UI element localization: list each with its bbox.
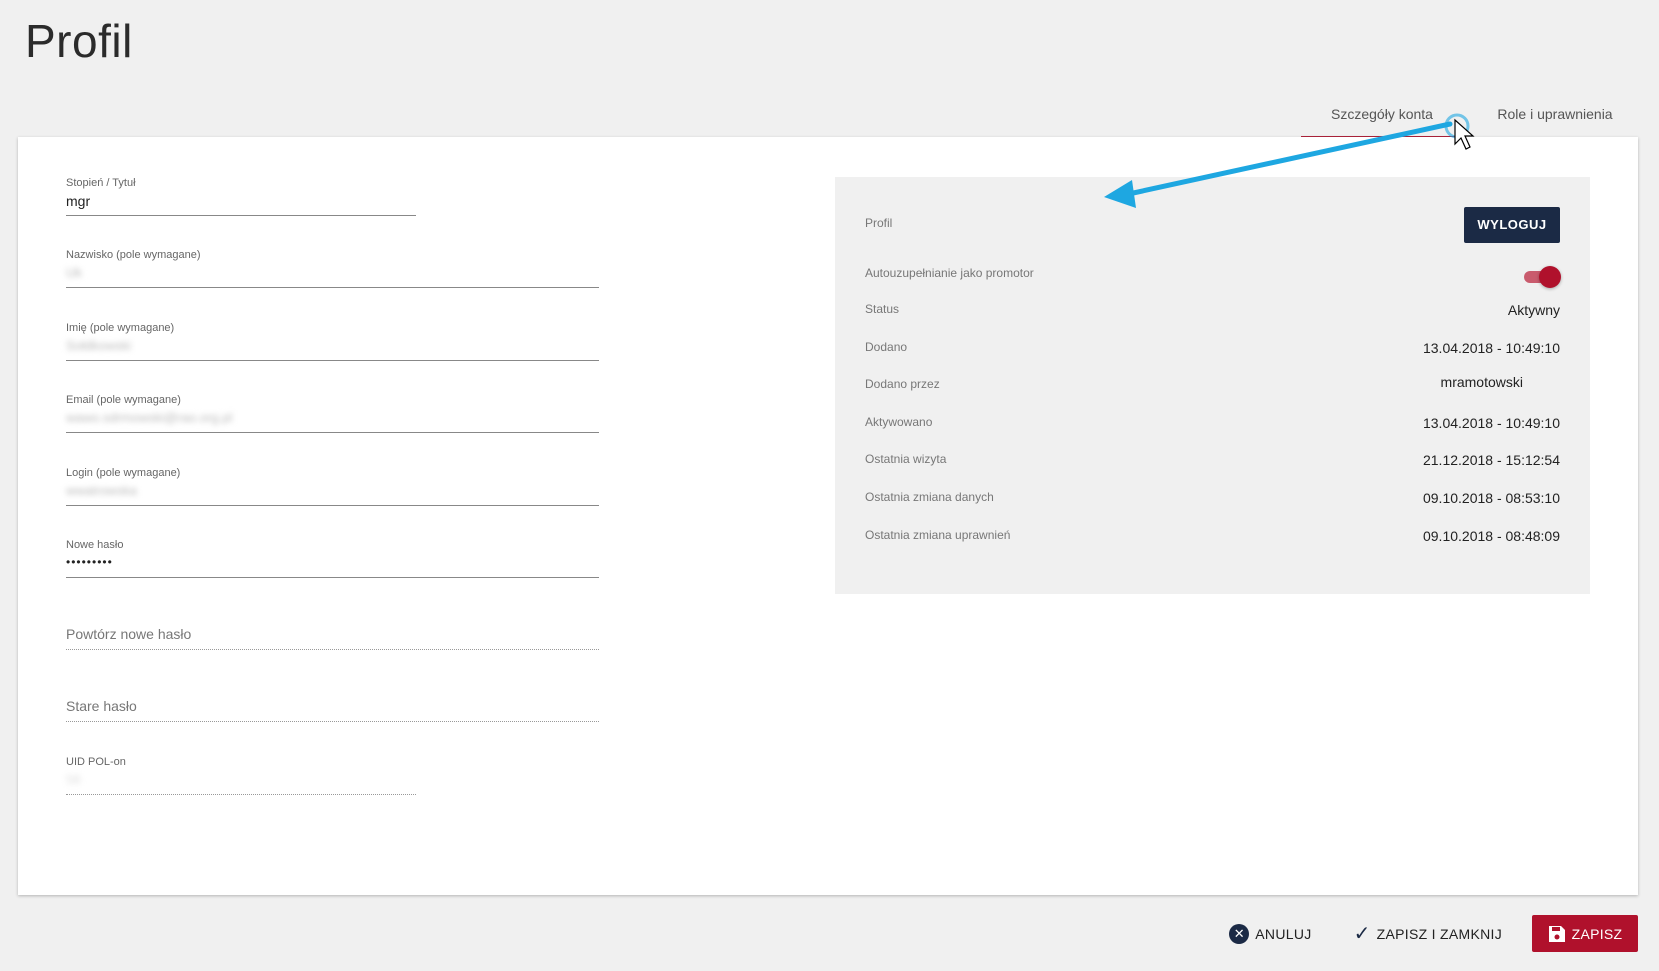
- account-info-panel: Profil WYLOGUJ Autouzupełnianie jako pro…: [835, 177, 1590, 594]
- last-visit-label: Ostatnia wizyta: [865, 452, 947, 466]
- activated-value: 13.04.2018 - 10:49:10: [1422, 415, 1560, 431]
- last-data-change-value: 09.10.2018 - 08:53:10: [1422, 490, 1560, 506]
- last-permission-change-label: Ostatnia zmiana uprawnień: [865, 528, 1011, 542]
- autocomplete-toggle[interactable]: [1524, 265, 1561, 288]
- repeat-password-input[interactable]: Powtórz nowe hasło: [66, 626, 599, 643]
- uid-value: 58: [66, 772, 81, 787]
- page-title: Profil: [25, 15, 133, 67]
- new-password-underline: [66, 577, 599, 578]
- firstname-label: Imię (pole wymagane): [66, 322, 175, 334]
- email-label: Email (pole wymagane): [66, 394, 181, 406]
- logout-button[interactable]: WYLOGUJ: [1464, 207, 1560, 243]
- profile-card: Stopień / Tytuł mgr Nazwisko (pole wymag…: [18, 137, 1638, 895]
- added-value: 13.04.2018 - 10:49:10: [1422, 340, 1560, 356]
- new-password-label: Nowe hasło: [66, 539, 124, 551]
- email-field[interactable]: Email (pole wymagane) wawo.sdrmowski@rao…: [66, 394, 599, 433]
- profile-row: Profil: [865, 216, 1560, 236]
- last-data-change-row: Ostatnia zmiana danych 09.10.2018 - 08:5…: [865, 490, 1560, 510]
- activated-label: Aktywowano: [865, 415, 933, 429]
- degree-field[interactable]: Stopień / Tytuł mgr: [66, 177, 416, 216]
- firstname-field[interactable]: Imię (pole wymagane) Sołdkowski: [66, 322, 599, 361]
- new-password-field[interactable]: Nowe hasło •••••••••: [66, 539, 599, 578]
- save-and-close-label: ZAPISZ I ZAMKNIJ: [1376, 925, 1502, 942]
- lastname-input[interactable]: Uk: [66, 265, 599, 282]
- added-by-value: mramotowski: [1440, 374, 1523, 390]
- last-data-change-label: Ostatnia zmiana danych: [865, 490, 994, 504]
- login-label: Login (pole wymagane): [66, 467, 181, 479]
- cancel-label: ANULUJ: [1255, 925, 1312, 942]
- autocomplete-label: Autouzupełnianie jako promotor: [865, 266, 1034, 280]
- profile-label: Profil: [865, 216, 893, 230]
- uid-field: UID POL-on 58: [66, 756, 416, 795]
- lastname-underline: [66, 287, 599, 288]
- degree-label: Stopień / Tytuł: [66, 177, 136, 189]
- last-visit-value: 21.12.2018 - 15:12:54: [1422, 452, 1560, 468]
- tab-account-details[interactable]: Szczegóły konta: [1301, 96, 1463, 138]
- save-label: ZAPISZ: [1571, 925, 1623, 942]
- uid-label: UID POL-on: [66, 756, 126, 768]
- close-circle-icon: ✕: [1229, 923, 1250, 944]
- email-input[interactable]: wawo.sdrmowski@rao.org.pl: [66, 410, 599, 427]
- login-underline: [66, 505, 599, 506]
- lastname-label: Nazwisko (pole wymagane): [66, 249, 201, 261]
- degree-input[interactable]: mgr: [66, 193, 416, 210]
- firstname-input[interactable]: Sołdkowski: [66, 338, 599, 355]
- toggle-knob: [1539, 266, 1561, 288]
- status-row: Status Aktywny: [865, 302, 1560, 322]
- repeat-password-underline: [66, 649, 599, 650]
- email-underline: [66, 432, 599, 433]
- cancel-button[interactable]: ✕ ANULUJ: [1217, 915, 1323, 952]
- tab-roles-permissions[interactable]: Role i uprawnienia: [1475, 96, 1635, 138]
- old-password-input[interactable]: Stare hasło: [66, 698, 599, 715]
- degree-underline: [66, 215, 416, 216]
- old-password-underline: [66, 721, 599, 722]
- save-button[interactable]: ZAPISZ: [1532, 915, 1638, 952]
- firstname-underline: [66, 360, 599, 361]
- lastname-field[interactable]: Nazwisko (pole wymagane) Uk: [66, 249, 599, 288]
- floppy-disk-icon: [1548, 925, 1566, 943]
- added-label: Dodano: [865, 340, 908, 354]
- last-permission-change-value: 09.10.2018 - 08:48:09: [1422, 528, 1560, 544]
- status-value: Aktywny: [1507, 302, 1560, 318]
- old-password-field[interactable]: Stare hasło: [66, 698, 599, 722]
- footer-actions: ✕ ANULUJ ✓ ZAPISZ I ZAMKNIJ ZAPISZ: [1217, 915, 1638, 952]
- uid-underline: [66, 794, 416, 795]
- login-input[interactable]: wwatrowska: [66, 483, 599, 500]
- new-password-input[interactable]: •••••••••: [66, 555, 599, 572]
- last-permission-change-row: Ostatnia zmiana uprawnień 09.10.2018 - 0…: [865, 528, 1560, 548]
- autocomplete-row: Autouzupełnianie jako promotor: [865, 266, 1560, 286]
- status-label: Status: [865, 302, 900, 316]
- repeat-password-field[interactable]: Powtórz nowe hasło: [66, 626, 599, 650]
- login-field[interactable]: Login (pole wymagane) wwatrowska: [66, 467, 599, 506]
- activated-row: Aktywowano 13.04.2018 - 10:49:10: [865, 415, 1560, 435]
- added-by-row: Dodano przez mramotowski: [865, 374, 1560, 397]
- added-by-label: Dodano przez: [865, 377, 940, 391]
- tab-bar: Szczegóły konta Role i uprawnienia: [1301, 96, 1659, 138]
- save-and-close-button[interactable]: ✓ ZAPISZ I ZAMKNIJ: [1342, 915, 1514, 952]
- added-row: Dodano 13.04.2018 - 10:49:10: [865, 340, 1560, 360]
- last-visit-row: Ostatnia wizyta 21.12.2018 - 15:12:54: [865, 452, 1560, 472]
- check-icon: ✓: [1353, 923, 1371, 945]
